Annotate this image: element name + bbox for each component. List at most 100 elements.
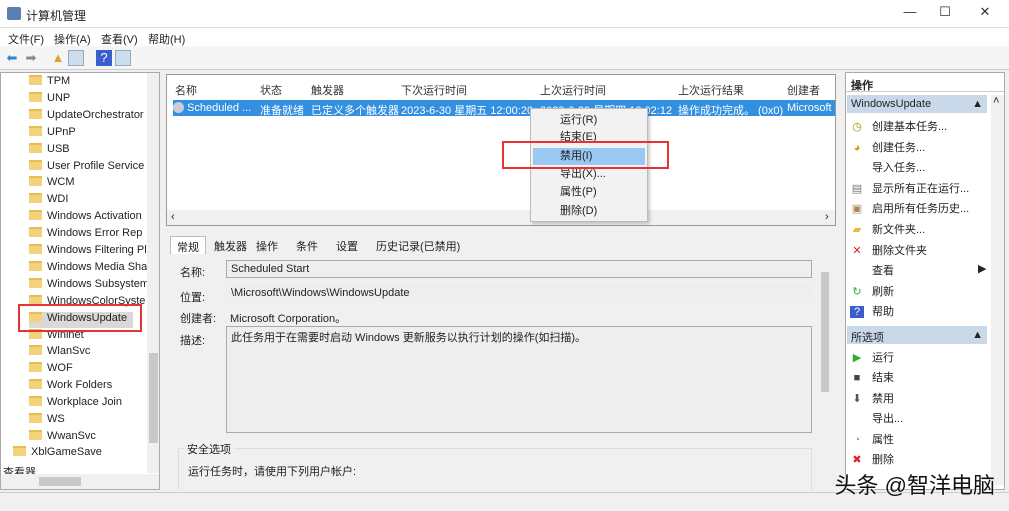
submenu-arrow-icon: ▶ [978, 263, 987, 276]
column-header-triggers[interactable]: 触发器 [311, 82, 344, 98]
scroll-thumb[interactable] [39, 477, 81, 486]
tree-node[interactable]: Windows Filtering Pl [29, 244, 147, 260]
tree-node[interactable]: WwanSvc [29, 429, 96, 446]
tree-vertical-scrollbar[interactable] [147, 73, 159, 473]
name-label: 名称: [180, 267, 206, 279]
action-label: 显示所有正在运行... [872, 182, 970, 195]
tree-node[interactable]: UPnP [29, 125, 76, 142]
name-field[interactable]: Scheduled Start [226, 260, 812, 278]
tab-general[interactable]: 常规 [170, 236, 206, 254]
tree-node-label: TPM [47, 75, 71, 87]
detail-vertical-scrollbar[interactable] [818, 258, 832, 490]
action-item[interactable]: ◕ 创建任务... [850, 139, 926, 157]
scroll-thumb[interactable] [149, 353, 158, 443]
folder-icon [13, 446, 26, 456]
action-item[interactable]: ✖ 删除 [850, 451, 894, 469]
action-label: 结束 [872, 372, 894, 385]
collapse-icon[interactable]: ▲ [972, 329, 983, 341]
action-item[interactable]: ▣ 启用所有任务历史... [850, 200, 969, 218]
help-icon[interactable]: ? [96, 50, 112, 66]
action-item[interactable]: ? 帮助 [850, 303, 894, 321]
running-tasks-icon: ▤ [851, 182, 863, 195]
tree-node[interactable]: USB [29, 142, 70, 159]
tab-history[interactable]: 历史记录(已禁用) [370, 236, 466, 254]
context-menu-item[interactable]: 删除(D) [533, 203, 645, 220]
tree-node-label: User Profile Service [47, 159, 145, 172]
section-header-selected[interactable]: 所选项 ▲ [847, 326, 987, 344]
minimize-button[interactable]: — [895, 4, 925, 24]
column-header-last-run[interactable]: 上次运行时间 [540, 82, 606, 98]
tree-node[interactable]: Windows Activation [29, 210, 142, 226]
menu-action[interactable]: 操作(A) [54, 31, 91, 47]
tree-node[interactable]: Workplace Join [29, 396, 122, 412]
list-horizontal-scrollbar[interactable]: ‹ › [167, 210, 835, 225]
context-menu-item[interactable]: 运行(R) [533, 112, 645, 129]
tree-horizontal-scrollbar[interactable] [1, 474, 159, 489]
forward-icon[interactable]: ➡ [23, 50, 39, 66]
maximize-button[interactable]: ☐ [930, 4, 960, 24]
tree-node-label: Work Folders [47, 379, 113, 392]
scroll-left-icon[interactable]: ‹ [171, 211, 175, 223]
tree-node[interactable]: WDI [29, 193, 68, 209]
scroll-thumb[interactable] [821, 272, 829, 392]
highlight-box-tree [18, 304, 142, 332]
column-header-author[interactable]: 创建者 [787, 82, 820, 98]
scroll-up-icon[interactable]: ˄ [993, 95, 999, 107]
action-item[interactable]: 导出... [850, 410, 903, 428]
tab-conditions[interactable]: 条件 [290, 236, 324, 254]
tree-node[interactable]: WCM [29, 176, 75, 192]
show-hide-tree-icon[interactable] [68, 50, 84, 66]
tree-node[interactable]: Work Folders [29, 379, 112, 395]
action-item[interactable]: ↻ 刷新 [850, 283, 894, 301]
close-button[interactable]: ✕ [970, 4, 1000, 24]
tree-node[interactable]: Windows Error Rep [29, 227, 142, 243]
action-item[interactable]: ■ 结束 [850, 369, 894, 387]
tree-node[interactable]: WlanSvc [29, 345, 90, 361]
description-field[interactable]: 此任务用于在需要时启动 Windows 更新服务以执行计划的操作(如扫描)。 [226, 326, 812, 433]
up-folder-icon[interactable]: ▲ [50, 50, 66, 66]
action-label: 运行 [872, 352, 894, 364]
location-label: 位置: [180, 292, 206, 304]
tree-node[interactable]: User Profile Service [29, 159, 145, 176]
tree-node[interactable]: UpdateOrchestrator [29, 108, 144, 125]
title-bar: 计算机管理 — ☐ ✕ [0, 0, 1009, 28]
actions-vertical-scrollbar[interactable]: ˄ [991, 95, 1004, 485]
tree-node[interactable]: UNP [29, 91, 70, 108]
scroll-right-icon[interactable]: › [825, 211, 829, 223]
tree-node[interactable]: Windows Subsystem [29, 277, 149, 294]
menu-help[interactable]: 帮助(H) [148, 31, 185, 47]
column-header-last-result[interactable]: 上次运行结果 [678, 82, 744, 98]
menu-view[interactable]: 查看(V) [101, 31, 138, 47]
action-item[interactable]: 导入任务... [850, 159, 925, 177]
action-item[interactable]: ▤ 显示所有正在运行... [850, 180, 969, 198]
section-header-windowsupdate[interactable]: WindowsUpdate ▲ [847, 95, 987, 113]
collapse-icon[interactable]: ▲ [972, 98, 983, 110]
action-item[interactable]: ✕ 删除文件夹 [850, 242, 927, 260]
tab-settings[interactable]: 设置 [330, 236, 364, 254]
column-header-next-run[interactable]: 下次运行时间 [401, 82, 467, 98]
tree-node[interactable]: Windows Media Sha [29, 260, 147, 277]
action-label: 刷新 [872, 285, 894, 298]
app-icon [7, 7, 21, 20]
column-header-name[interactable]: 名称 [175, 82, 197, 98]
action-item[interactable]: ▰ 新文件夹... [850, 221, 925, 239]
tab-triggers[interactable]: 触发器 [208, 236, 253, 254]
action-item[interactable]: ⬇ 禁用 [850, 390, 894, 408]
tree-node[interactable]: TPM [29, 75, 70, 91]
context-menu-item[interactable]: 属性(P) [533, 184, 645, 201]
table-row[interactable]: Scheduled ... 准备就绪 已定义多个触发器 2023-6-30 星期… [173, 100, 835, 117]
author-value: Microsoft Corporation。 [230, 313, 347, 325]
tab-actions[interactable]: 操作 [250, 236, 284, 254]
menu-file[interactable]: 文件(F) [8, 31, 44, 47]
tree-node[interactable]: WOF [29, 362, 73, 378]
action-item[interactable]: ◔ 属性 [850, 431, 894, 449]
back-icon[interactable]: ⬅ [4, 50, 20, 66]
tree-node-xblgamesave[interactable]: XblGameSave [13, 446, 102, 462]
column-header-status[interactable]: 状态 [260, 82, 282, 98]
task-icon [173, 102, 184, 113]
action-item[interactable]: 查看 ▶ [850, 262, 986, 280]
action-pane-icon[interactable] [115, 50, 131, 66]
action-item[interactable]: ▶ 运行 [850, 349, 894, 367]
action-item[interactable]: ◷ 创建基本任务... [850, 118, 947, 136]
tree-node[interactable]: WS [29, 413, 65, 429]
